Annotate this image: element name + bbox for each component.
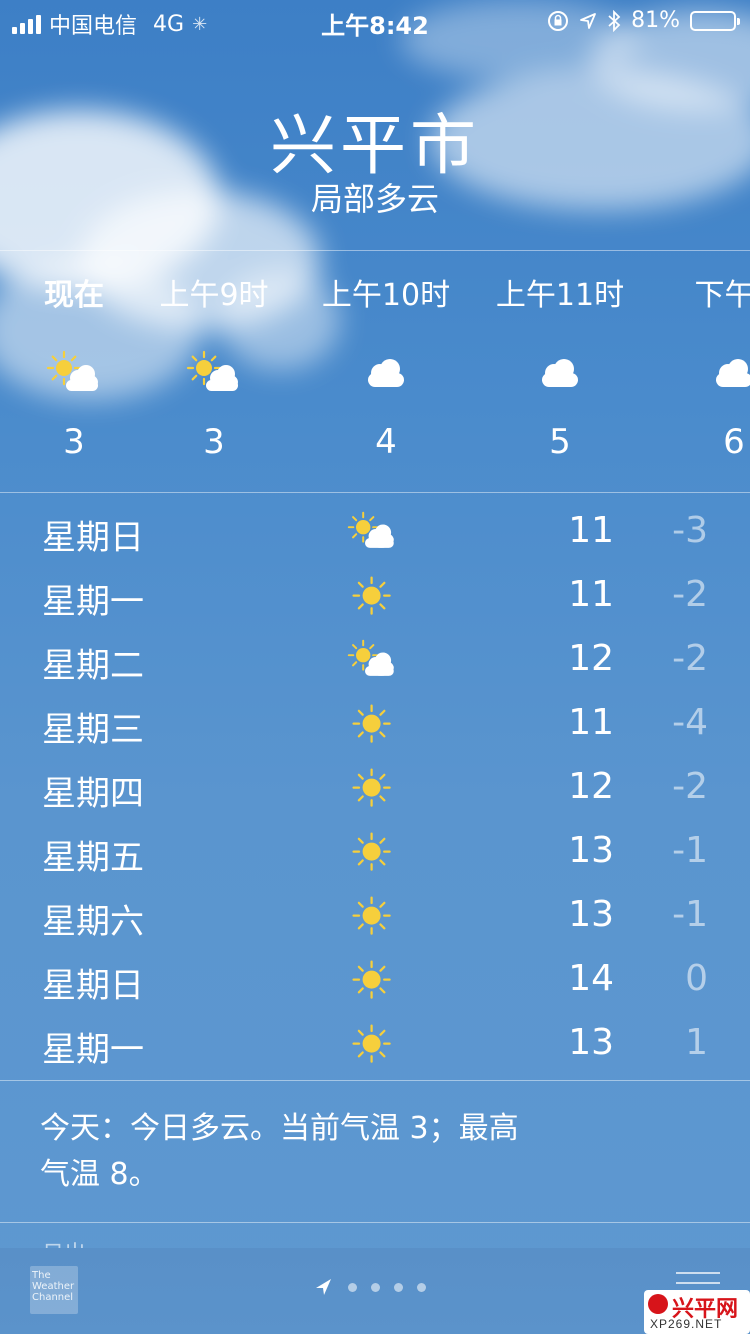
day-row: 星期日 11 -3: [0, 500, 750, 564]
page-dot[interactable]: [417, 1282, 426, 1292]
hourly-item: 下午1 6: [649, 252, 750, 462]
hour-temperature: 3: [203, 422, 225, 462]
divider: [0, 492, 750, 493]
sun-icon: [342, 892, 402, 940]
sun-icon: [342, 1020, 402, 1068]
day-name: 星期三: [42, 710, 144, 750]
high-temperature: 12: [568, 766, 614, 807]
low-temperature: 0: [685, 958, 708, 999]
hour-temperature: 6: [723, 422, 745, 462]
day-name: 星期日: [42, 518, 144, 558]
low-temperature: -1: [672, 894, 708, 935]
provider-text: Weather: [32, 1281, 75, 1292]
page-dot[interactable]: [394, 1282, 403, 1292]
high-temperature: 11: [568, 702, 614, 743]
hour-label: 下午1: [694, 278, 750, 313]
day-name: 星期五: [42, 838, 144, 878]
sun-icon: [342, 572, 402, 620]
today-summary: 今天：今日多云。当前气温 3；最高 气温 8。: [40, 1106, 620, 1198]
page-indicator[interactable]: [312, 1276, 426, 1298]
page-dot[interactable]: [348, 1282, 357, 1292]
summary-line: 今天：今日多云。当前气温 3；最高: [40, 1111, 519, 1146]
partly-sunny-icon: [129, 338, 299, 408]
day-row: 星期六 13 -1: [0, 884, 750, 948]
day-name: 星期二: [42, 646, 144, 686]
day-name: 星期一: [42, 1030, 144, 1070]
day-row: 星期三 11 -4: [0, 692, 750, 756]
daily-forecast-list[interactable]: 星期日 11 -3 星期一 11 -2 星期二 12 -2 星期三 11 -4 …: [0, 500, 750, 1076]
high-temperature: 11: [568, 510, 614, 551]
day-name: 星期一: [42, 582, 144, 622]
high-temperature: 11: [568, 574, 614, 615]
day-row: 星期一 13 1: [0, 1012, 750, 1076]
high-temperature: 13: [568, 894, 614, 935]
day-row: 星期一 11 -2: [0, 564, 750, 628]
day-name: 星期日: [42, 966, 144, 1006]
low-temperature: -1: [672, 830, 708, 871]
sun-icon: [342, 828, 402, 876]
day-row: 星期五 13 -1: [0, 820, 750, 884]
cloud-icon: [649, 338, 750, 408]
cloud-icon: [475, 338, 645, 408]
status-bar: 中国电信 4G ✳ 上午8:42 81%: [0, 0, 750, 40]
day-row: 星期四 12 -2: [0, 756, 750, 820]
watermark-logo-icon: [648, 1294, 668, 1314]
high-temperature: 13: [568, 830, 614, 871]
hour-label: 上午9时: [159, 278, 269, 313]
status-bar-right: 81%: [547, 8, 740, 33]
sunrise-label: 日出: [42, 1236, 86, 1248]
day-name: 星期六: [42, 902, 144, 942]
hour-label: 上午10时: [321, 278, 451, 313]
hourly-forecast[interactable]: 现在 3 上午9时 3 上午10时 4 上午11时 5 下午1 6: [0, 252, 750, 492]
cloud-icon: [301, 338, 471, 408]
bluetooth-icon: [608, 9, 621, 32]
low-temperature: -3: [672, 510, 708, 551]
location-arrow-icon: [580, 12, 596, 29]
site-watermark: 兴平网 XP269.NET: [644, 1290, 750, 1334]
partly-sunny-icon: [342, 508, 402, 556]
hourly-item: 上午9时 3: [129, 252, 299, 462]
day-name: 星期四: [42, 774, 144, 814]
weather-channel-logo[interactable]: The Weather Channel: [30, 1266, 78, 1314]
provider-text: Channel: [32, 1292, 74, 1303]
location-arrow-icon: [316, 1279, 331, 1295]
day-row: 星期日 14 0: [0, 948, 750, 1012]
battery-icon: [690, 10, 740, 31]
sun-icon: [342, 700, 402, 748]
hourly-item: 上午11时 5: [475, 252, 645, 462]
summary-line: 气温 8。: [40, 1157, 159, 1192]
battery-percent: 81%: [631, 8, 680, 33]
sun-icon: [342, 764, 402, 812]
provider-text: The: [32, 1270, 51, 1281]
low-temperature: -4: [672, 702, 708, 743]
hour-temperature: 5: [549, 422, 571, 462]
high-temperature: 13: [568, 1022, 614, 1063]
divider: [0, 1222, 750, 1223]
divider: [0, 250, 750, 251]
watermark-url: XP269.NET: [650, 1317, 723, 1331]
hour-label: 上午11时: [495, 278, 625, 313]
page-dot[interactable]: [371, 1282, 380, 1292]
current-condition: 局部多云: [310, 180, 439, 218]
high-temperature: 14: [568, 958, 614, 999]
hourly-item: 上午10时 4: [301, 252, 471, 462]
orientation-lock-icon: [548, 10, 569, 31]
low-temperature: 1: [685, 1022, 708, 1063]
hour-temperature: 4: [375, 422, 397, 462]
low-temperature: -2: [672, 638, 708, 679]
high-temperature: 12: [568, 638, 614, 679]
low-temperature: -2: [672, 574, 708, 615]
day-row: 星期二 12 -2: [0, 628, 750, 692]
partly-sunny-icon: [342, 636, 402, 684]
sun-icon: [342, 956, 402, 1004]
divider: [0, 1080, 750, 1081]
low-temperature: -2: [672, 766, 708, 807]
